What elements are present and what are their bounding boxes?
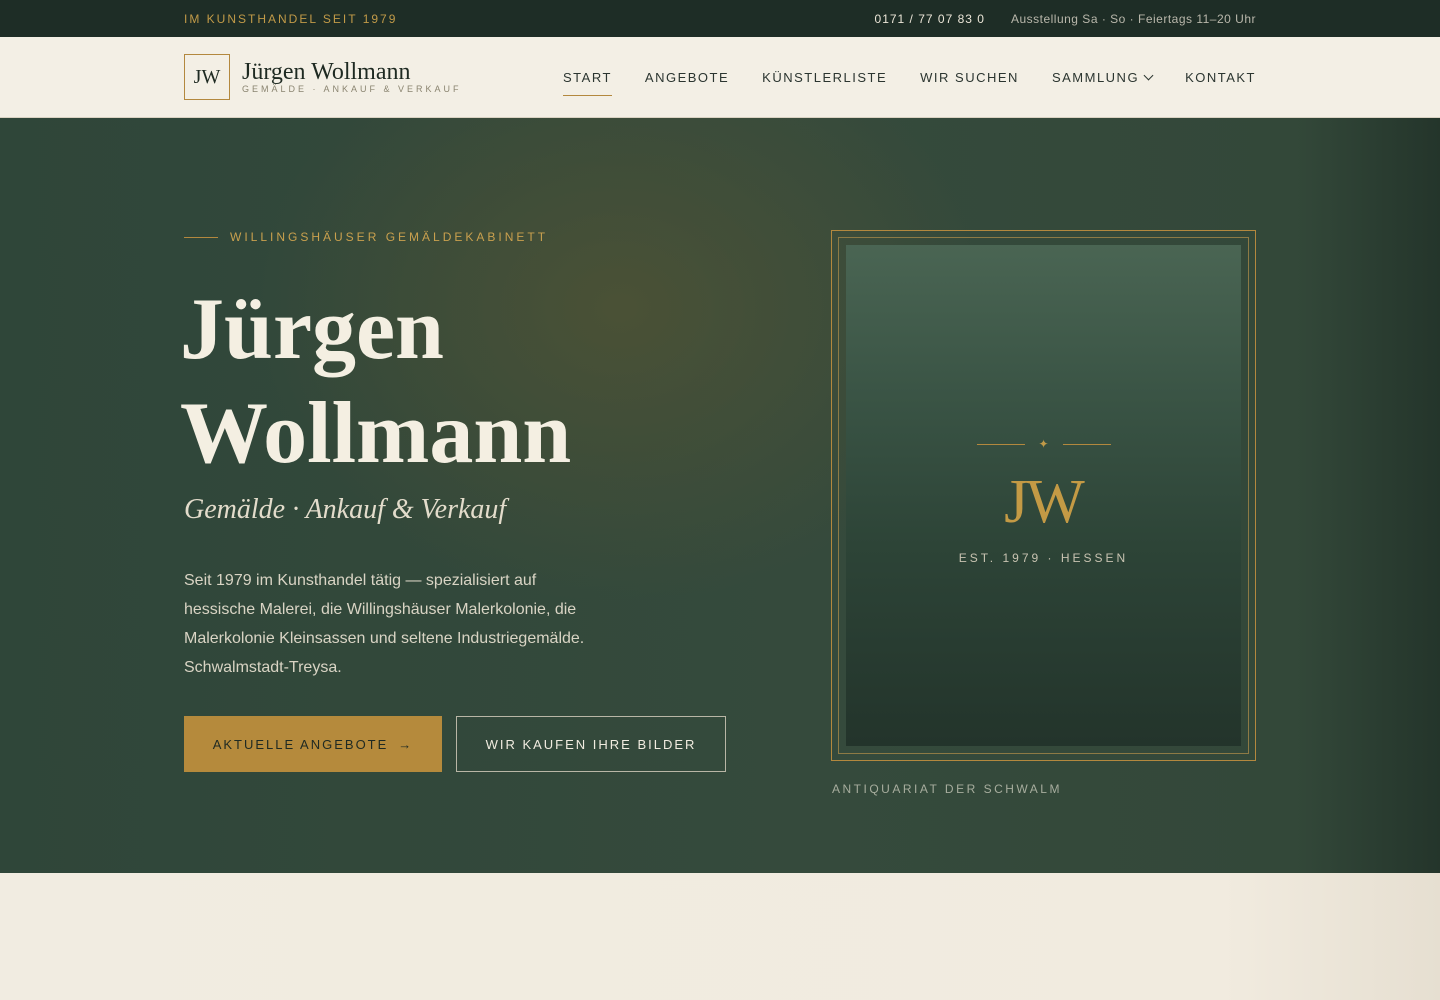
emblem-canvas: ✦ JW EST. 1979 · HESSEN — [846, 245, 1241, 746]
star-icon: ✦ — [1038, 437, 1049, 451]
hero-description: Seit 1979 im Kunsthandel tätig — spezial… — [184, 572, 585, 676]
we-buy-paintings-button[interactable]: WIR KAUFEN IHRE BILDER — [456, 716, 726, 772]
next-section — [0, 873, 1440, 1000]
nav-item-angebote[interactable]: ANGEBOTE — [645, 64, 729, 91]
brand-logo-link[interactable]: JW Jürgen Wollmann GEMÄLDE · ANKAUF & VE… — [184, 54, 462, 100]
nav-item-wir-suchen[interactable]: WIR SUCHEN — [920, 64, 1019, 91]
brand-name: Jürgen Wollmann — [242, 58, 411, 85]
nav-item-label: WIR SUCHEN — [920, 69, 1019, 85]
framed-emblem: ✦ JW EST. 1979 · HESSEN — [831, 230, 1256, 761]
arrow-right-icon: → — [398, 736, 414, 752]
nav-item-label: KÜNSTLERLISTE — [762, 69, 888, 85]
top-bar: IM KUNSTHANDEL SEIT 1979 0171 / 77 07 83… — [0, 0, 1440, 37]
chevron-down-icon — [1143, 70, 1154, 80]
eyebrow-text: WILLINGSHÄUSER GEMÄLDEKABINETT — [230, 230, 549, 244]
emblem-established: EST. 1979 · HESSEN — [958, 551, 1129, 565]
site-header: JW Jürgen Wollmann GEMÄLDE · ANKAUF & VE… — [0, 37, 1440, 118]
ornament-line-left — [976, 443, 1025, 445]
brand-subtitle: GEMÄLDE · ANKAUF & VERKAUF — [242, 83, 462, 94]
frame-inner-border: ✦ JW EST. 1979 · HESSEN — [838, 237, 1249, 754]
ornament-divider: ✦ — [976, 437, 1111, 451]
nav-item-label: START — [563, 69, 612, 85]
logo-monogram: JW — [184, 54, 230, 100]
ornament-line-right — [1062, 443, 1111, 445]
nav-item-label: SAMMLUNG — [1051, 69, 1140, 85]
hero-title: Jürgen Wollmann — [180, 278, 571, 486]
hero-section: WILLINGSHÄUSER GEMÄLDEKABINETT Jürgen Wo… — [0, 118, 1440, 873]
nav-item-kontakt[interactable]: KONTAKT — [1185, 64, 1256, 91]
current-offers-button[interactable]: AKTUELLE ANGEBOTE → — [184, 716, 442, 772]
emblem-caption: ANTIQUARIAT DER SCHWALM — [832, 782, 1062, 796]
nav-item-label: ANGEBOTE — [644, 69, 730, 85]
nav-item-label: KONTAKT — [1185, 69, 1256, 85]
we-buy-label: WIR KAUFEN IHRE BILDER — [485, 736, 697, 752]
main-nav: START ANGEBOTE KÜNSTLERLISTE WIR SUCHEN … — [563, 64, 1256, 96]
hero-eyebrow: WILLINGSHÄUSER GEMÄLDEKABINETT — [184, 230, 548, 244]
nav-item-kuenstlerliste[interactable]: KÜNSTLERLISTE — [762, 64, 887, 91]
topbar-tagline: IM KUNSTHANDEL SEIT 1979 — [184, 11, 398, 26]
hero-subtitle: Gemälde · Ankauf & Verkauf — [184, 494, 507, 525]
emblem-monogram: JW — [1004, 468, 1085, 536]
nav-item-sammlung[interactable]: SAMMLUNG — [1051, 64, 1154, 91]
eyebrow-divider — [184, 236, 218, 238]
hero-title-line1: Jürgen — [180, 281, 444, 378]
hero-title-line2: Wollmann — [180, 385, 572, 482]
current-offers-label: AKTUELLE ANGEBOTE — [212, 736, 389, 752]
nav-item-start[interactable]: START — [563, 64, 612, 96]
phone-link[interactable]: 0171 / 77 07 83 0 — [875, 12, 985, 26]
opening-hours: Ausstellung Sa · So · Feiertags 11–20 Uh… — [1010, 11, 1256, 26]
brand-text: Jürgen Wollmann GEMÄLDE · ANKAUF & VERKA… — [242, 58, 462, 94]
topbar-contact: 0171 / 77 07 83 0 Ausstellung Sa · So · … — [875, 12, 1256, 26]
